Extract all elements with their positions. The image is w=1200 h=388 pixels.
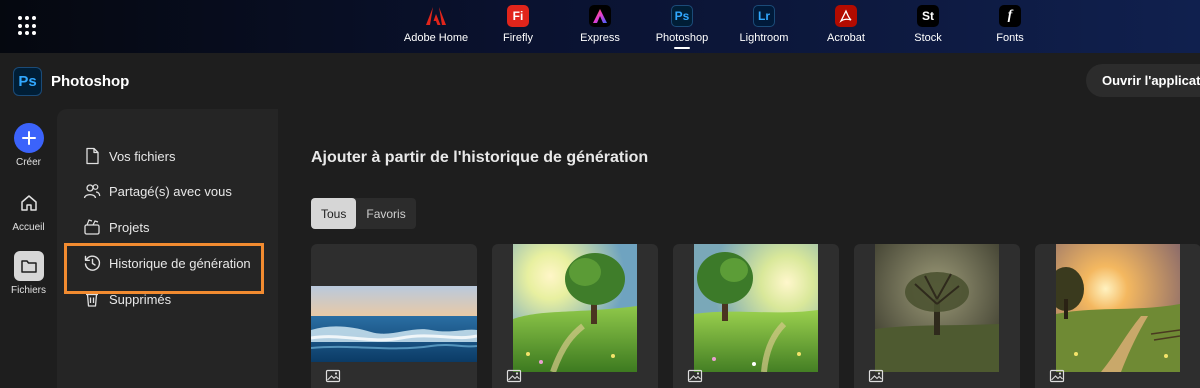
tab-favorites[interactable]: Favoris (356, 198, 415, 229)
tree-meadow-image (694, 244, 818, 372)
image-icon (325, 369, 341, 383)
generated-image-card[interactable] (854, 244, 1020, 388)
generated-image-card[interactable] (673, 244, 839, 388)
generated-image-card[interactable] (492, 244, 658, 388)
nav-your-files[interactable]: Vos fichiers (83, 147, 175, 165)
app-stock[interactable]: St Stock (887, 5, 969, 49)
filter-tabs: Tous Favoris (311, 198, 416, 229)
app-switcher-icon[interactable] (18, 16, 38, 36)
files-button[interactable]: Fichiers (0, 251, 57, 296)
image-icon (868, 369, 884, 383)
nav-label: Projets (109, 219, 150, 235)
app-label: Lightroom (739, 32, 789, 44)
nav-label: Vos fichiers (109, 148, 176, 164)
app-adobe-home[interactable]: Adobe Home (395, 5, 477, 49)
app-lightroom[interactable]: Lr Lightroom (723, 5, 805, 49)
adobe-app-bar: Adobe Home Fi Firefly Express Ps Photosh… (0, 0, 1200, 53)
home-icon (14, 188, 44, 218)
express-icon (589, 5, 611, 27)
misty-tree-image (875, 244, 999, 372)
stock-icon: St (917, 5, 939, 27)
create-label: Créer (15, 157, 41, 168)
image-icon (687, 369, 703, 383)
lightroom-icon: Lr (753, 5, 775, 27)
people-icon (83, 184, 101, 199)
home-label: Accueil (12, 222, 45, 233)
app-label: Stock (914, 32, 942, 44)
projects-icon (84, 219, 100, 235)
app-photoshop[interactable]: Ps Photoshop (641, 5, 723, 49)
generated-image-card[interactable] (311, 244, 477, 388)
sunset-path-image (1056, 244, 1180, 372)
firefly-icon: Fi (507, 5, 529, 27)
app-label: Acrobat (827, 32, 865, 44)
app-label: Express (580, 32, 620, 44)
file-icon (86, 147, 99, 165)
nav-projects[interactable]: Projets (83, 218, 149, 236)
nav-label: Partagé(s) avec vous (109, 183, 232, 199)
folder-icon (13, 251, 44, 281)
plus-icon (13, 123, 44, 153)
image-icon (1049, 369, 1065, 383)
page-title: Ajouter à partir de l'historique de géné… (311, 149, 649, 166)
tree-meadow-image (513, 244, 637, 372)
app-switcher-list: Adobe Home Fi Firefly Express Ps Photosh… (395, 5, 1051, 49)
adobe-logo-icon (425, 5, 447, 27)
files-label: Fichiers (10, 285, 46, 296)
open-app-button[interactable]: Ouvrir l'application (1086, 64, 1200, 97)
home-button[interactable]: Accueil (0, 188, 57, 233)
photoshop-logo-icon: Ps (13, 67, 42, 96)
app-fonts[interactable]: f Fonts (969, 5, 1051, 49)
tab-all[interactable]: Tous (311, 198, 357, 229)
left-rail: Créer Accueil Fichiers (0, 109, 57, 388)
nav-shared-with-you[interactable]: Partagé(s) avec vous (83, 182, 232, 200)
app-label: Photoshop (655, 32, 709, 44)
fonts-icon: f (999, 5, 1021, 27)
main-content: Ajouter à partir de l'historique de géné… (279, 109, 1200, 388)
generated-image-card[interactable] (1035, 244, 1200, 388)
app-label: Fonts (996, 32, 1024, 44)
app-label: Adobe Home (403, 32, 469, 44)
photoshop-icon: Ps (671, 5, 693, 27)
product-header: Ps Photoshop Ouvrir l'application (0, 53, 1200, 109)
app-firefly[interactable]: Fi Firefly (477, 5, 559, 49)
highlight-box (64, 243, 264, 294)
product-name: Photoshop (51, 73, 130, 90)
app-express[interactable]: Express (559, 5, 641, 49)
acrobat-icon (835, 5, 857, 27)
app-acrobat[interactable]: Acrobat (805, 5, 887, 49)
create-button[interactable]: Créer (0, 123, 57, 168)
app-label: Firefly (503, 32, 533, 44)
image-icon (506, 369, 522, 383)
